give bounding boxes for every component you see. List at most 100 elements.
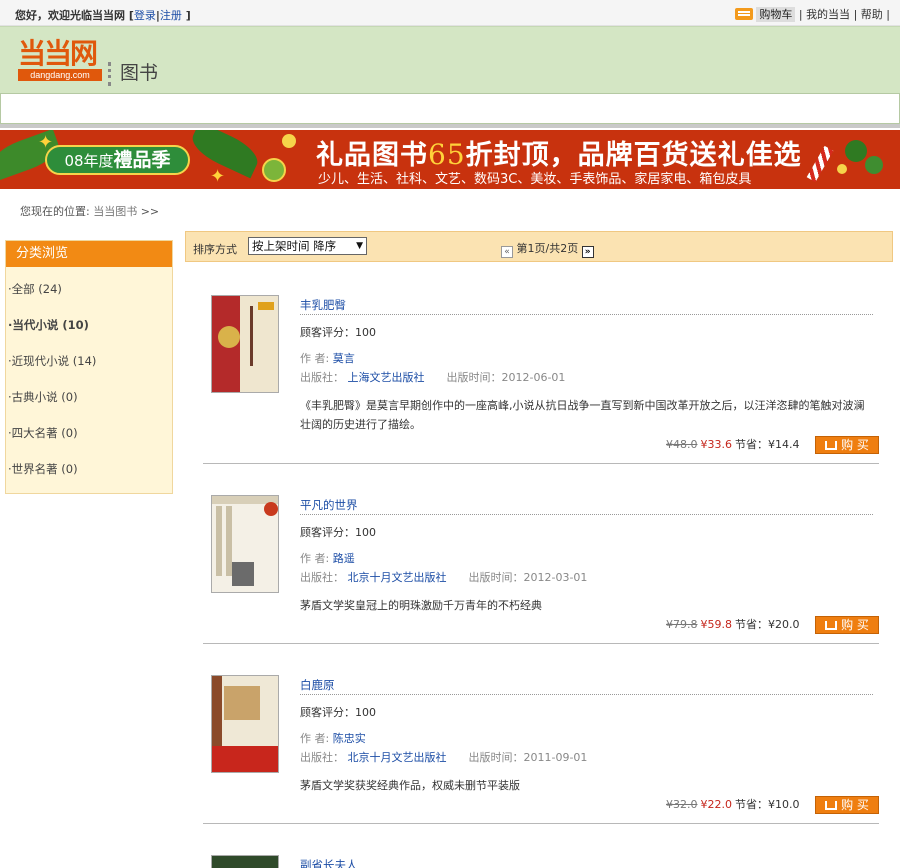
- category-sidebar: 分类浏览 ·全部 (24) ·当代小说 (10) ·近现代小说 (14) ·古典…: [5, 240, 173, 494]
- book-cover-image[interactable]: [211, 495, 279, 593]
- author-label: 作 者:: [300, 552, 330, 565]
- next-page-button[interactable]: »: [581, 246, 594, 258]
- star-icon: ✦: [210, 166, 226, 187]
- gift-season-badge: 08年度禮品季: [45, 145, 190, 175]
- product-title[interactable]: 副省长夫人: [300, 855, 873, 868]
- rating-label: 顾客评分：: [300, 706, 355, 719]
- author-link[interactable]: 路遥: [333, 552, 355, 565]
- author-label: 作 者:: [300, 352, 330, 365]
- book-cover-image[interactable]: [211, 295, 279, 393]
- buy-label: 购 买: [841, 618, 869, 632]
- buy-label: 购 买: [841, 438, 869, 452]
- headline-part: 折封顶，品牌百货送礼佳选: [465, 140, 802, 171]
- nav-divider: [0, 124, 900, 128]
- cart-icon: [825, 801, 838, 810]
- cart-icon: [825, 621, 838, 630]
- promo-banner[interactable]: ✦ ✦ 08年度禮品季 礼品图书65折封顶，品牌百货送礼佳选 少儿、生活、社科、…: [0, 130, 900, 189]
- buy-label: 购 买: [841, 798, 869, 812]
- product-publisher: 出版社： 北京十月文艺出版社 出版时间：2012-03-01: [300, 569, 873, 585]
- category-item-modern[interactable]: ·近现代小说 (14): [6, 349, 172, 385]
- product-rating: 顾客评分：100: [300, 524, 873, 540]
- product-info: 副省长夫人: [300, 855, 873, 868]
- buy-button[interactable]: 购 买: [815, 436, 879, 454]
- shopping-cart-icon[interactable]: [735, 8, 754, 20]
- product-title-text[interactable]: 副省长夫人: [300, 858, 358, 868]
- book-cover-image[interactable]: [211, 675, 279, 773]
- rating-value: 100: [355, 706, 376, 719]
- product-title[interactable]: 丰乳肥臀: [300, 295, 873, 315]
- product-title-text[interactable]: 白鹿原: [300, 678, 335, 692]
- pubdate-value: 2012-03-01: [523, 571, 588, 584]
- buy-button[interactable]: 购 买: [815, 796, 879, 814]
- badge-text: 禮品季: [113, 149, 171, 171]
- product-info: 白鹿原 顾客评分：100 作 者: 陈忠实 出版社： 北京十月文艺出版社 出版时间…: [300, 675, 873, 795]
- ornament-icon: [262, 158, 286, 182]
- sale-price: ¥22.0: [700, 798, 733, 811]
- register-link[interactable]: 注册: [160, 9, 182, 22]
- category-item-contemporary[interactable]: ·当代小说 (10): [6, 313, 172, 349]
- dangdang-logo[interactable]: 当当网 dangdang.com: [18, 39, 102, 81]
- sidebar-title: 分类浏览: [6, 241, 172, 267]
- bracket-close: ]: [181, 9, 191, 22]
- welcome-text: 您好，欢迎光临当当网 [登录|注册 ]: [15, 7, 191, 23]
- category-item-classical[interactable]: ·古典小说 (0): [6, 385, 172, 421]
- cart-icon: [825, 441, 838, 450]
- book-cover-image[interactable]: [211, 855, 279, 868]
- rating-value: 100: [355, 326, 376, 339]
- pubdate-label: 出版时间：: [468, 571, 524, 584]
- divider: |: [798, 8, 803, 21]
- site-header: 当当网 dangdang.com 图书: [0, 26, 900, 94]
- headline-discount: 65: [428, 138, 466, 171]
- publisher-label: 出版社：: [300, 571, 344, 584]
- prev-page-button[interactable]: «: [501, 246, 513, 258]
- publisher-link[interactable]: 上海文艺出版社: [348, 371, 425, 384]
- product-author: 作 者: 莫言: [300, 350, 873, 366]
- pubdate-value: 2011-09-01: [523, 751, 588, 764]
- author-link[interactable]: 莫言: [333, 352, 355, 365]
- breadcrumb-link[interactable]: 当当图书: [93, 205, 137, 218]
- divider: |: [853, 8, 858, 21]
- sale-price: ¥33.6: [700, 438, 733, 451]
- sort-bar: 排序方式 按上架时间 降序 « 第1页/共2页 »: [185, 231, 893, 262]
- product-item: 副省长夫人: [203, 824, 879, 868]
- help-link[interactable]: 帮助: [861, 8, 883, 21]
- rating-value: 100: [355, 526, 376, 539]
- logo-text: 当当网: [18, 37, 98, 70]
- product-publisher: 出版社： 上海文艺出版社 出版时间：2012-06-01: [300, 369, 873, 385]
- pagination: « 第1页/共2页 »: [501, 240, 594, 258]
- cart-link[interactable]: 购物车: [756, 7, 796, 22]
- my-dangdang-link[interactable]: 我的当当: [806, 8, 850, 21]
- candy-decoration-icon: [795, 136, 895, 184]
- rating-label: 顾客评分：: [300, 526, 355, 539]
- nav-bar: [0, 94, 900, 124]
- product-description: 《丰乳肥臀》是莫言早期创作中的一座高峰,小说从抗日战争一直写到新中国改革开放之后…: [300, 399, 865, 431]
- logo-separator: [108, 62, 111, 86]
- category-item-world-classics[interactable]: ·世界名著 (0): [6, 457, 172, 493]
- product-title[interactable]: 白鹿原: [300, 675, 873, 695]
- logo-domain: dangdang.com: [18, 69, 102, 81]
- publisher-link[interactable]: 北京十月文艺出版社: [348, 571, 447, 584]
- publisher-label: 出版社：: [300, 371, 344, 384]
- save-amount: ¥14.4: [768, 438, 800, 451]
- login-link[interactable]: 登录: [134, 9, 156, 22]
- product-publisher: 出版社： 北京十月文艺出版社 出版时间：2011-09-01: [300, 749, 873, 765]
- product-title[interactable]: 平凡的世界: [300, 495, 873, 515]
- sale-price: ¥59.8: [700, 618, 733, 631]
- ornament-icon: [282, 134, 296, 148]
- author-link[interactable]: 陈忠实: [333, 732, 366, 745]
- product-title-text[interactable]: 平凡的世界: [300, 498, 358, 512]
- breadcrumb-label: 您现在的位置:: [20, 205, 90, 218]
- product-author: 作 者: 陈忠实: [300, 730, 873, 746]
- publisher-link[interactable]: 北京十月文艺出版社: [348, 751, 447, 764]
- buy-button[interactable]: 购 买: [815, 616, 879, 634]
- category-item-four-classics[interactable]: ·四大名著 (0): [6, 421, 172, 457]
- banner-headline: 礼品图书65折封顶，品牌百货送礼佳选: [316, 133, 802, 172]
- publisher-label: 出版社：: [300, 751, 344, 764]
- sort-select[interactable]: 按上架时间 降序: [248, 237, 367, 255]
- category-item-all[interactable]: ·全部 (24): [6, 277, 172, 313]
- top-bar: 您好，欢迎光临当当网 [登录|注册 ] 购物车 | 我的当当 | 帮助 |: [0, 0, 900, 26]
- pubdate-label: 出版时间：: [446, 371, 502, 384]
- product-rating: 顾客评分：100: [300, 324, 873, 340]
- product-title-text[interactable]: 丰乳肥臀: [300, 298, 346, 312]
- product-item: 白鹿原 顾客评分：100 作 者: 陈忠实 出版社： 北京十月文艺出版社 出版时间…: [203, 644, 879, 824]
